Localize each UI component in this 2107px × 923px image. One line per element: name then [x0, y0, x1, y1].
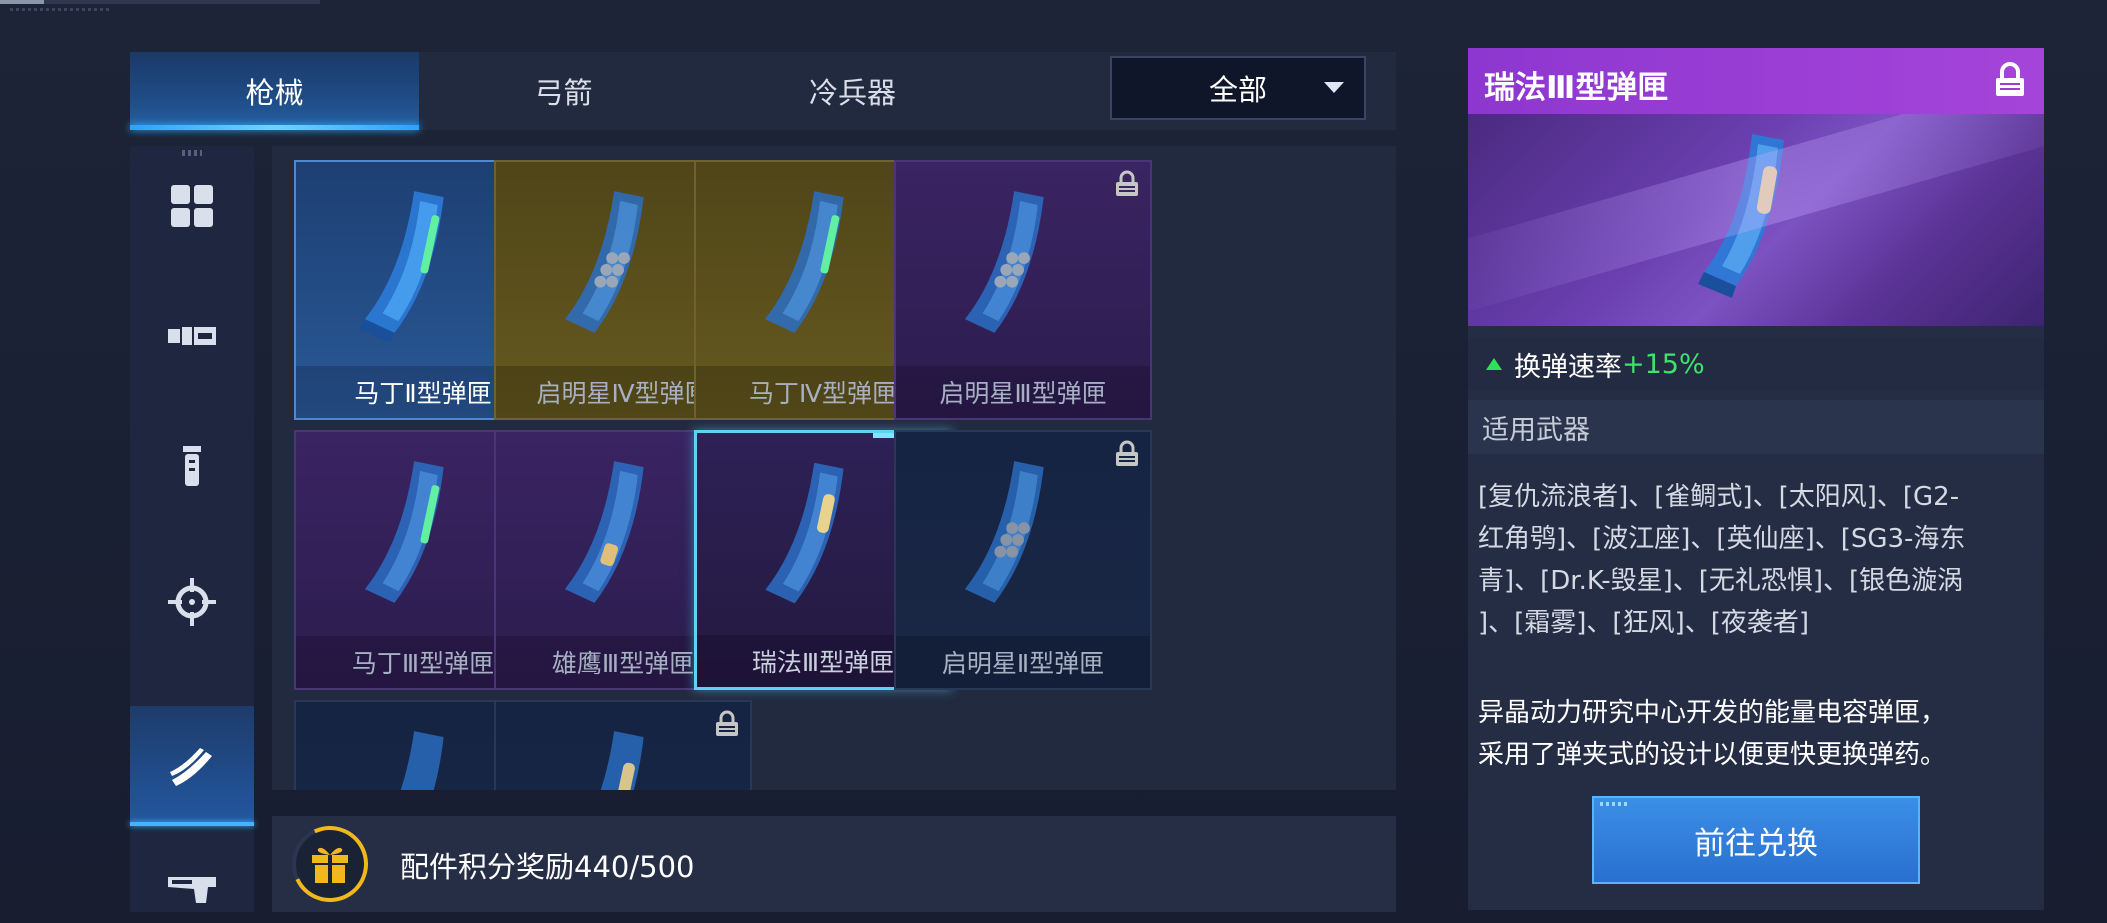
- applicable-weapons-heading: 适用武器: [1468, 400, 2044, 454]
- lock-icon: [716, 710, 738, 736]
- tab-melee[interactable]: 冷兵器: [708, 52, 997, 130]
- detail-item-preview: [1468, 114, 2044, 326]
- weapons-line: ]、[霜雾]、[狂风]、[夜袭者]: [1478, 608, 1810, 638]
- stock-icon: [168, 877, 216, 903]
- sidebar-item-scope[interactable]: [130, 542, 254, 662]
- sidebar-item-all[interactable]: [130, 146, 254, 266]
- tab-firearms[interactable]: 枪械: [130, 52, 419, 130]
- item-card[interactable]: 启明星Ⅲ型弹匣: [894, 160, 1152, 420]
- barrel-icon: [168, 327, 216, 345]
- reward-bar[interactable]: 配件积分奖励440/500: [272, 815, 1396, 913]
- inventory-panel: 枪械 弓箭 冷兵器 全部 马丁Ⅱ型弹匣 启明星Ⅳ型弹匣 马丁Ⅳ型弹匣 启明星Ⅲ型…: [130, 52, 1396, 913]
- applicable-weapons-label: 适用武器: [1482, 414, 1590, 446]
- sidebar-item-magazine[interactable]: [130, 706, 254, 826]
- attachment-type-sidebar: [130, 146, 254, 912]
- sidebar-item-grip[interactable]: [130, 408, 254, 528]
- top-dots-indicator: [10, 8, 110, 11]
- top-progress-indicator: [0, 0, 320, 4]
- crosshair-icon: [168, 578, 216, 626]
- category-tabbar: 枪械 弓箭 冷兵器 全部: [130, 52, 1396, 130]
- filter-selected-label: 全部: [1208, 73, 1267, 107]
- magazine-icon: [964, 191, 1044, 333]
- lock-icon: [1996, 62, 2024, 96]
- lock-icon: [1116, 170, 1138, 196]
- item-card[interactable]: [494, 700, 752, 790]
- chevron-down-icon: [1324, 82, 1344, 93]
- sidebar-item-stock[interactable]: [130, 830, 254, 923]
- stat-row: 换弹速率 +15%: [1468, 338, 2044, 390]
- game-screen: 枪械 弓箭 冷兵器 全部 马丁Ⅱ型弹匣 启明星Ⅳ型弹匣 马丁Ⅳ型弹匣 启明星Ⅲ型…: [0, 0, 2107, 923]
- stat-value: +15%: [1622, 348, 1705, 380]
- detail-header: 瑞法Ⅲ型弹匣: [1468, 48, 2044, 114]
- sidebar-item-barrel[interactable]: [130, 276, 254, 396]
- weapons-line: 青]、[Dr.K-毁星]、[无礼恐惧]、[银色漩涡: [1478, 566, 1964, 596]
- weapons-line: [复仇流浪者]、[雀鲷式]、[太阳风]、[G2-: [1478, 482, 1960, 512]
- weapons-line: 红角鸮]、[波江座]、[英仙座]、[SG3-海东: [1478, 524, 1966, 554]
- grip-icon: [183, 446, 201, 486]
- magazine-icon: [170, 748, 212, 786]
- go-exchange-button[interactable]: 前往兑换: [1592, 796, 1920, 884]
- item-detail-panel: 瑞法Ⅲ型弹匣 换弹速率 +15% 适用武器 [复仇流浪者]、[雀鲷式]、[太阳风…: [1468, 48, 2044, 910]
- stat-label: 换弹速率: [1514, 351, 1622, 383]
- item-grid: 马丁Ⅱ型弹匣 启明星Ⅳ型弹匣 马丁Ⅳ型弹匣 启明星Ⅲ型弹匣 马丁Ⅲ型弹匣 雄鹰Ⅲ…: [272, 146, 1396, 790]
- item-description: 异晶动力研究中心开发的能量电容弹匣， 采用了弹夹式的设计以便更快更换弹药。: [1478, 692, 2036, 776]
- reward-progress-ring[interactable]: [281, 815, 379, 913]
- applicable-weapons-list: [复仇流浪者]、[雀鲷式]、[太阳风]、[G2- 红角鸮]、[波江座]、[英仙座…: [1478, 476, 2036, 644]
- item-card[interactable]: 启明星Ⅱ型弹匣: [894, 430, 1152, 690]
- magazine-icon: [1698, 134, 1784, 298]
- magazine-icon: [600, 731, 644, 790]
- lock-icon: [1116, 440, 1138, 466]
- magazine-icon: [964, 461, 1044, 603]
- detail-title: 瑞法Ⅲ型弹匣: [1484, 70, 1669, 106]
- grid-icon: [171, 185, 213, 227]
- reward-progress-text: 配件积分奖励440/500: [400, 850, 695, 884]
- gift-icon: [312, 847, 348, 883]
- arrow-up-icon: [1486, 358, 1502, 370]
- description-line: 采用了弹夹式的设计以便更快更换弹药。: [1478, 740, 1947, 770]
- item-name: 启明星Ⅱ型弹匣: [896, 636, 1150, 688]
- filter-dropdown[interactable]: 全部: [1110, 56, 1366, 120]
- description-line: 异晶动力研究中心开发的能量电容弹匣，: [1478, 698, 1947, 728]
- item-name: 启明星Ⅲ型弹匣: [896, 366, 1150, 418]
- tab-bows[interactable]: 弓箭: [419, 52, 708, 130]
